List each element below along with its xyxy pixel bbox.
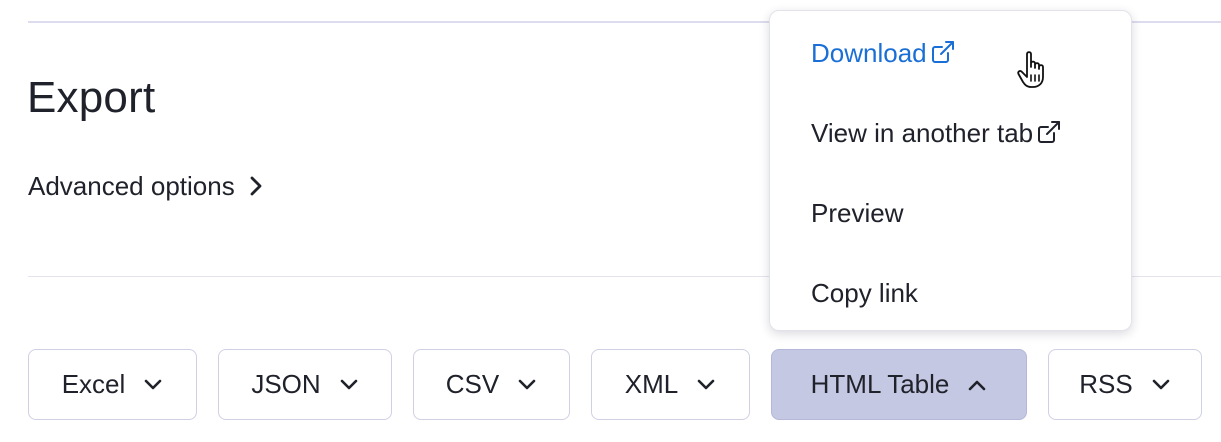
csv-format-button[interactable]: CSV: [413, 349, 570, 420]
menu-item-download[interactable]: Download: [811, 33, 957, 73]
preview-label: Preview: [811, 198, 904, 228]
excel-format-button[interactable]: Excel: [28, 349, 197, 420]
menu-item-copy-link[interactable]: Copy link: [811, 273, 918, 313]
json-format-button[interactable]: JSON: [218, 349, 392, 420]
chevron-down-icon: [340, 379, 357, 389]
menu-item-view-in-another-tab[interactable]: View in another tab: [811, 113, 1063, 153]
export-format-bar: Excel JSON CSV XML HTML Table RSS: [28, 349, 1202, 420]
chevron-right-icon: [250, 176, 262, 196]
chevron-up-icon: [969, 380, 986, 390]
view-in-another-tab-label: View in another tab: [811, 118, 1034, 148]
excel-format-label: Excel: [61, 369, 126, 399]
rss-format-label: RSS: [1079, 369, 1133, 399]
copy-link-label: Copy link: [811, 278, 918, 308]
external-link-icon: [931, 41, 954, 63]
html-table-format-label: HTML Table: [810, 369, 950, 399]
advanced-options-label: Advanced options: [28, 171, 235, 201]
advanced-options-toggle[interactable]: Advanced options: [28, 169, 263, 203]
chevron-down-icon: [518, 379, 536, 389]
xml-format-label: XML: [624, 369, 679, 399]
rss-format-button[interactable]: RSS: [1048, 349, 1202, 420]
page-title: Export: [27, 73, 156, 122]
chevron-down-icon: [697, 379, 715, 389]
xml-format-button[interactable]: XML: [591, 349, 750, 420]
html-table-dropdown-menu: Download View in another tab Preview Cop…: [769, 10, 1132, 331]
export-page: Export Advanced options Excel JSON CSV X…: [0, 0, 1221, 442]
chevron-down-icon: [1152, 379, 1170, 389]
json-format-label: JSON: [251, 369, 321, 399]
download-label: Download: [811, 38, 927, 68]
csv-format-label: CSV: [445, 369, 500, 399]
external-link-icon: [1038, 121, 1061, 143]
html-table-format-button[interactable]: HTML Table: [771, 349, 1027, 420]
menu-item-preview[interactable]: Preview: [811, 193, 903, 233]
chevron-down-icon: [144, 379, 162, 389]
